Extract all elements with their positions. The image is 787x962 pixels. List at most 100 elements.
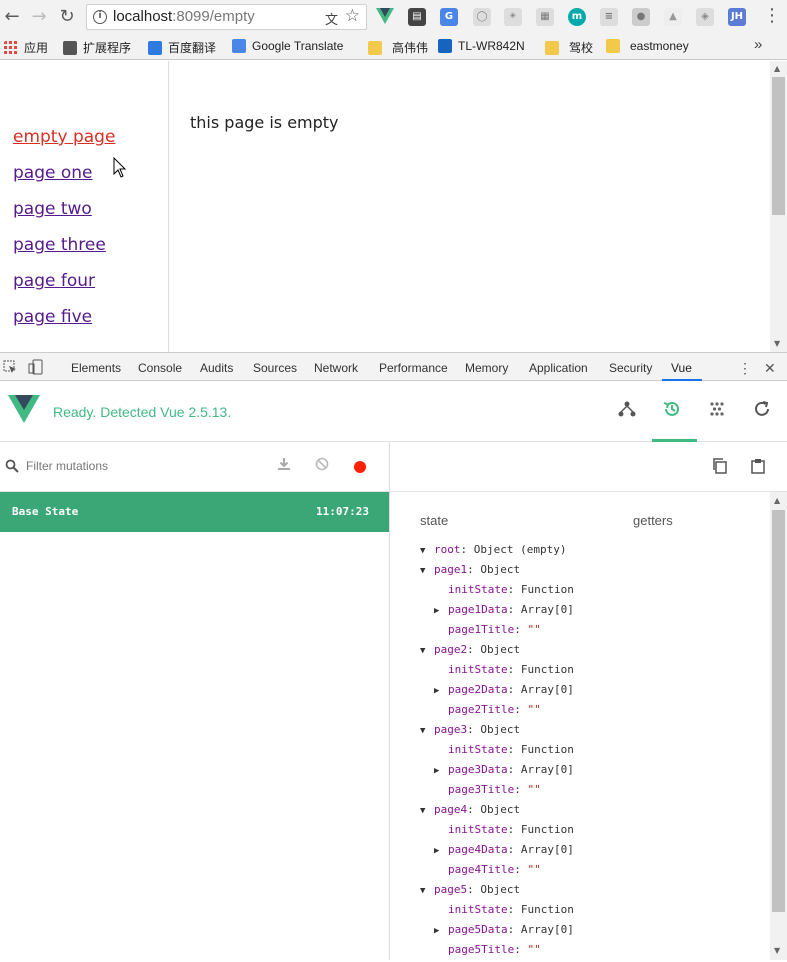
bookmark-folder-jiaxiao[interactable]: 驾校	[545, 39, 593, 56]
expand-triangle-icon[interactable]: ▼	[420, 563, 434, 579]
bookmark-google-translate[interactable]: Google Translate	[232, 39, 343, 53]
devtools-tab-console[interactable]: Console	[138, 361, 182, 375]
state-tree-row[interactable]: ▼ root: Object (empty)	[420, 542, 566, 562]
state-tree-row[interactable]: ▼ page2: Object	[420, 642, 520, 662]
bookmark-tplink[interactable]: TL-WR842N	[438, 39, 525, 53]
state-value: Object (empty)	[473, 543, 567, 556]
state-separator: :	[514, 703, 528, 716]
chevron-double-right-icon[interactable]: »	[754, 36, 762, 53]
devtools-tab-security[interactable]: Security	[609, 361, 652, 375]
state-tree-row[interactable]: ▼ page4: Object	[420, 802, 520, 822]
lines-extension-icon[interactable]: ≡	[600, 8, 618, 26]
tree-extension-icon[interactable]: ▲	[664, 8, 682, 26]
info-icon[interactable]: i	[93, 10, 107, 24]
refresh-icon[interactable]	[753, 400, 771, 418]
scroll-up-arrow-icon[interactable]: ▲	[774, 496, 780, 505]
react-extension-icon[interactable]: ✴	[504, 8, 522, 26]
vue-devtools-extension-icon[interactable]	[376, 8, 394, 25]
devtools-tab-audits[interactable]: Audits	[200, 361, 233, 375]
devtools-tab-performance[interactable]: Performance	[379, 361, 448, 375]
commit-all-icon[interactable]	[277, 457, 291, 471]
expand-triangle-icon[interactable]: ▼	[420, 723, 434, 739]
state-value: Array[0]	[520, 683, 574, 696]
state-tree-row[interactable]: ▶ page3Data: Array[0]	[434, 762, 574, 782]
bookmark-folder-gww[interactable]: 高伟伟	[368, 39, 428, 56]
url-text[interactable]: localhost:8099/empty	[113, 8, 255, 25]
bookmark-apps[interactable]: 应用	[4, 39, 48, 56]
chrome-menu-icon[interactable]: ⋮	[763, 5, 781, 27]
address-bar[interactable]: i localhost:8099/empty 文 ☆	[86, 4, 367, 30]
base-state-entry[interactable]: Base State 11:07:23	[0, 492, 389, 532]
state-separator: :	[507, 663, 521, 676]
inspector-scrollbar[interactable]: ▲ ▼	[770, 492, 787, 960]
devtools-tab-memory[interactable]: Memory	[465, 361, 508, 375]
bookmark-extensions[interactable]: 扩展程序	[63, 39, 131, 56]
translate-icon[interactable]: 文	[325, 9, 338, 28]
bookmark-folder-eastmoney[interactable]: eastmoney	[606, 39, 689, 53]
devtools-tab-vue[interactable]: Vue	[671, 361, 692, 375]
shield-extension-icon[interactable]: ◯	[473, 8, 491, 26]
page-scrollbar-thumb[interactable]	[772, 77, 785, 215]
bookmark-baidu-translate[interactable]: 百度翻译	[148, 39, 216, 56]
collapse-triangle-icon[interactable]: ▶	[434, 683, 448, 699]
laptop-extension-icon[interactable]: ▤	[408, 8, 426, 26]
jh-extension-label: JH	[730, 11, 744, 22]
scroll-up-arrow-icon[interactable]: ▲	[774, 64, 780, 73]
filter-mutations-input[interactable]	[26, 459, 226, 473]
state-tree-row[interactable]: ▶ page4Data: Array[0]	[434, 842, 574, 862]
state-tree-row[interactable]: ▼ page1: Object	[420, 562, 520, 582]
inspector-scrollbar-thumb[interactable]	[772, 510, 785, 912]
nav-link-page-one[interactable]: page one	[13, 163, 93, 183]
forward-arrow-icon[interactable]: →	[28, 6, 50, 28]
puzzle-extension-icon[interactable]: ●	[632, 8, 650, 26]
expand-triangle-icon[interactable]: ▼	[420, 803, 434, 819]
expand-triangle-icon[interactable]: ▼	[420, 543, 434, 559]
devtools-close-icon[interactable]: ✕	[764, 360, 776, 377]
state-header: state	[420, 513, 449, 528]
state-key: page1Title	[448, 623, 515, 636]
state-tree-row: page4Title: ""	[434, 862, 541, 882]
devtools-tab-sources[interactable]: Sources	[253, 361, 297, 375]
back-arrow-icon[interactable]: ←	[1, 6, 23, 28]
bookmark-star-icon[interactable]: ☆	[345, 6, 360, 26]
nav-link-page-two[interactable]: page two	[13, 199, 92, 219]
nav-link-page-five[interactable]: page five	[13, 307, 92, 327]
inspect-element-icon[interactable]	[3, 360, 17, 374]
collapse-triangle-icon[interactable]: ▶	[434, 923, 448, 939]
layout-extension-icon[interactable]: ▦	[536, 8, 554, 26]
nav-link-page-four[interactable]: page four	[13, 271, 95, 291]
devtools-tab-application[interactable]: Application	[529, 361, 588, 375]
jh-extension-icon[interactable]: JH	[728, 8, 746, 26]
scroll-down-arrow-icon[interactable]: ▼	[774, 339, 780, 348]
scroll-down-arrow-icon[interactable]: ▼	[774, 946, 780, 955]
leaf-extension-icon[interactable]: ◈	[696, 8, 714, 26]
vuex-history-icon[interactable]	[663, 400, 681, 418]
state-tree-row[interactable]: ▼ page3: Object	[420, 722, 520, 742]
google-translate-extension-icon[interactable]: G	[440, 8, 458, 26]
devtools-menu-icon[interactable]: ⋮	[738, 360, 752, 377]
bookmark-label: TL-WR842N	[458, 39, 525, 53]
state-tree-row[interactable]: ▶ page2Data: Array[0]	[434, 682, 574, 702]
devtools-tab-network[interactable]: Network	[314, 361, 358, 375]
state-tree-row[interactable]: ▶ page5Data: Array[0]	[434, 922, 574, 942]
state-tree-row[interactable]: ▼ page5: Object	[420, 882, 520, 902]
expand-triangle-icon[interactable]: ▼	[420, 883, 434, 899]
devtools-tab-elements[interactable]: Elements	[71, 361, 121, 375]
collapse-triangle-icon[interactable]: ▶	[434, 843, 448, 859]
components-tree-icon[interactable]	[618, 400, 636, 418]
expand-triangle-icon[interactable]: ▼	[420, 643, 434, 659]
paste-icon[interactable]	[750, 458, 766, 474]
nav-link-empty-page[interactable]: empty page	[13, 127, 115, 147]
page-scrollbar[interactable]: ▲ ▼	[770, 61, 787, 352]
collapse-triangle-icon[interactable]: ▶	[434, 603, 448, 619]
copy-icon[interactable]	[712, 458, 728, 474]
state-tree-row[interactable]: ▶ page1Data: Array[0]	[434, 602, 574, 622]
m-extension-icon[interactable]: m	[568, 8, 586, 26]
record-icon[interactable]	[354, 461, 366, 473]
nav-link-page-three[interactable]: page three	[13, 235, 106, 255]
device-toolbar-icon[interactable]	[28, 359, 44, 375]
collapse-triangle-icon[interactable]: ▶	[434, 763, 448, 779]
revert-all-icon[interactable]	[315, 457, 329, 471]
reload-icon[interactable]: ↻	[56, 6, 78, 28]
events-icon[interactable]	[708, 400, 726, 418]
